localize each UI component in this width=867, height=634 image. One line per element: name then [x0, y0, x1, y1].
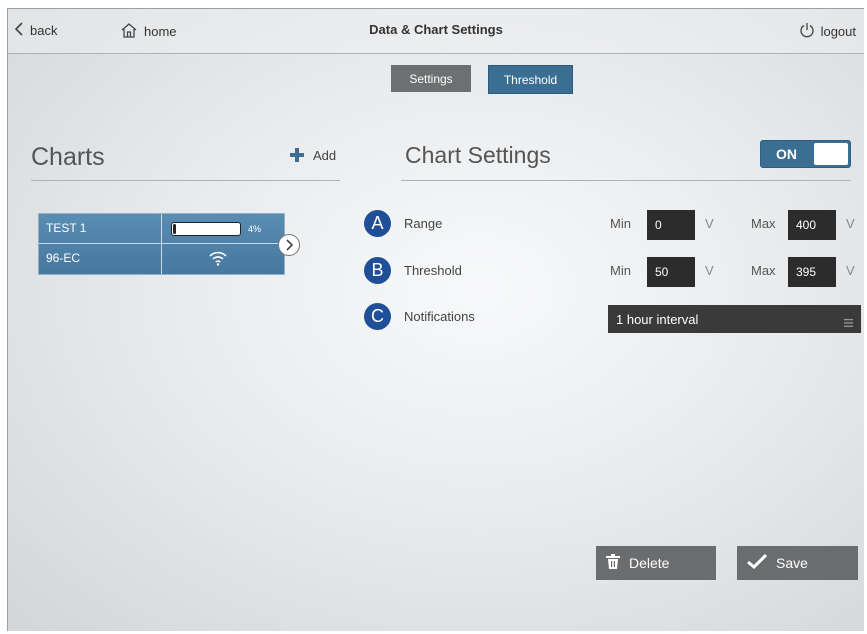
threshold-max-label: Max — [751, 263, 776, 278]
range-max-label: Max — [751, 216, 776, 231]
chart-id: 96-EC — [46, 251, 81, 265]
badge-c: C — [364, 303, 391, 330]
plus-icon — [289, 147, 305, 164]
divider — [31, 180, 340, 181]
delete-button[interactable]: Delete — [596, 546, 716, 580]
power-icon — [799, 22, 815, 41]
logout-label: logout — [820, 24, 856, 39]
toggle-label: ON — [776, 146, 797, 162]
check-icon — [747, 553, 768, 572]
range-min-unit: V — [705, 216, 714, 231]
battery-percent: 4% — [248, 224, 262, 234]
notifications-select[interactable]: 1 hour interval — [608, 305, 861, 333]
tab-settings[interactable]: Settings — [391, 65, 471, 92]
badge-a: A — [364, 210, 391, 237]
chart-settings-heading: Chart Settings — [405, 142, 551, 168]
battery-fill — [173, 224, 176, 234]
add-chart-button[interactable]: Add — [289, 147, 336, 164]
charts-heading: Charts — [31, 143, 105, 171]
threshold-label: Threshold — [404, 263, 462, 278]
logout-button[interactable]: logout — [799, 22, 856, 41]
card-divider — [161, 214, 162, 274]
range-min-label: Min — [610, 216, 631, 231]
on-off-toggle[interactable]: ON — [760, 140, 851, 168]
page-title: Data & Chart Settings — [369, 22, 503, 37]
threshold-max-unit: V — [846, 263, 855, 278]
chart-name: TEST 1 — [46, 221, 87, 235]
trash-icon — [606, 554, 620, 572]
toggle-knob — [814, 143, 848, 165]
notifications-select-value: 1 hour interval — [616, 311, 699, 327]
wifi-icon — [208, 250, 228, 271]
threshold-min-input[interactable] — [647, 257, 695, 287]
divider — [401, 180, 851, 181]
save-button[interactable]: Save — [737, 546, 858, 580]
badge-b: B — [364, 257, 391, 284]
battery-indicator — [171, 222, 241, 236]
range-min-input[interactable] — [647, 210, 695, 240]
range-label: Range — [404, 216, 443, 231]
menu-icon — [844, 315, 853, 330]
threshold-min-unit: V — [705, 263, 714, 278]
delete-label: Delete — [629, 555, 670, 571]
save-label: Save — [776, 555, 808, 571]
range-max-unit: V — [846, 216, 855, 231]
top-bar: back home Data & Chart Settings logout — [8, 9, 864, 54]
threshold-min-label: Min — [610, 263, 631, 278]
threshold-max-input[interactable] — [788, 257, 836, 287]
app-window: back home Data & Chart Settings logout S… — [7, 8, 864, 631]
add-label: Add — [313, 148, 337, 163]
chart-card[interactable]: TEST 1 4% 96-EC — [38, 213, 285, 275]
chevron-right-icon[interactable] — [278, 234, 300, 256]
range-max-input[interactable] — [788, 210, 836, 240]
tab-threshold[interactable]: Threshold — [488, 65, 573, 94]
notifications-label: Notifications — [404, 309, 475, 324]
